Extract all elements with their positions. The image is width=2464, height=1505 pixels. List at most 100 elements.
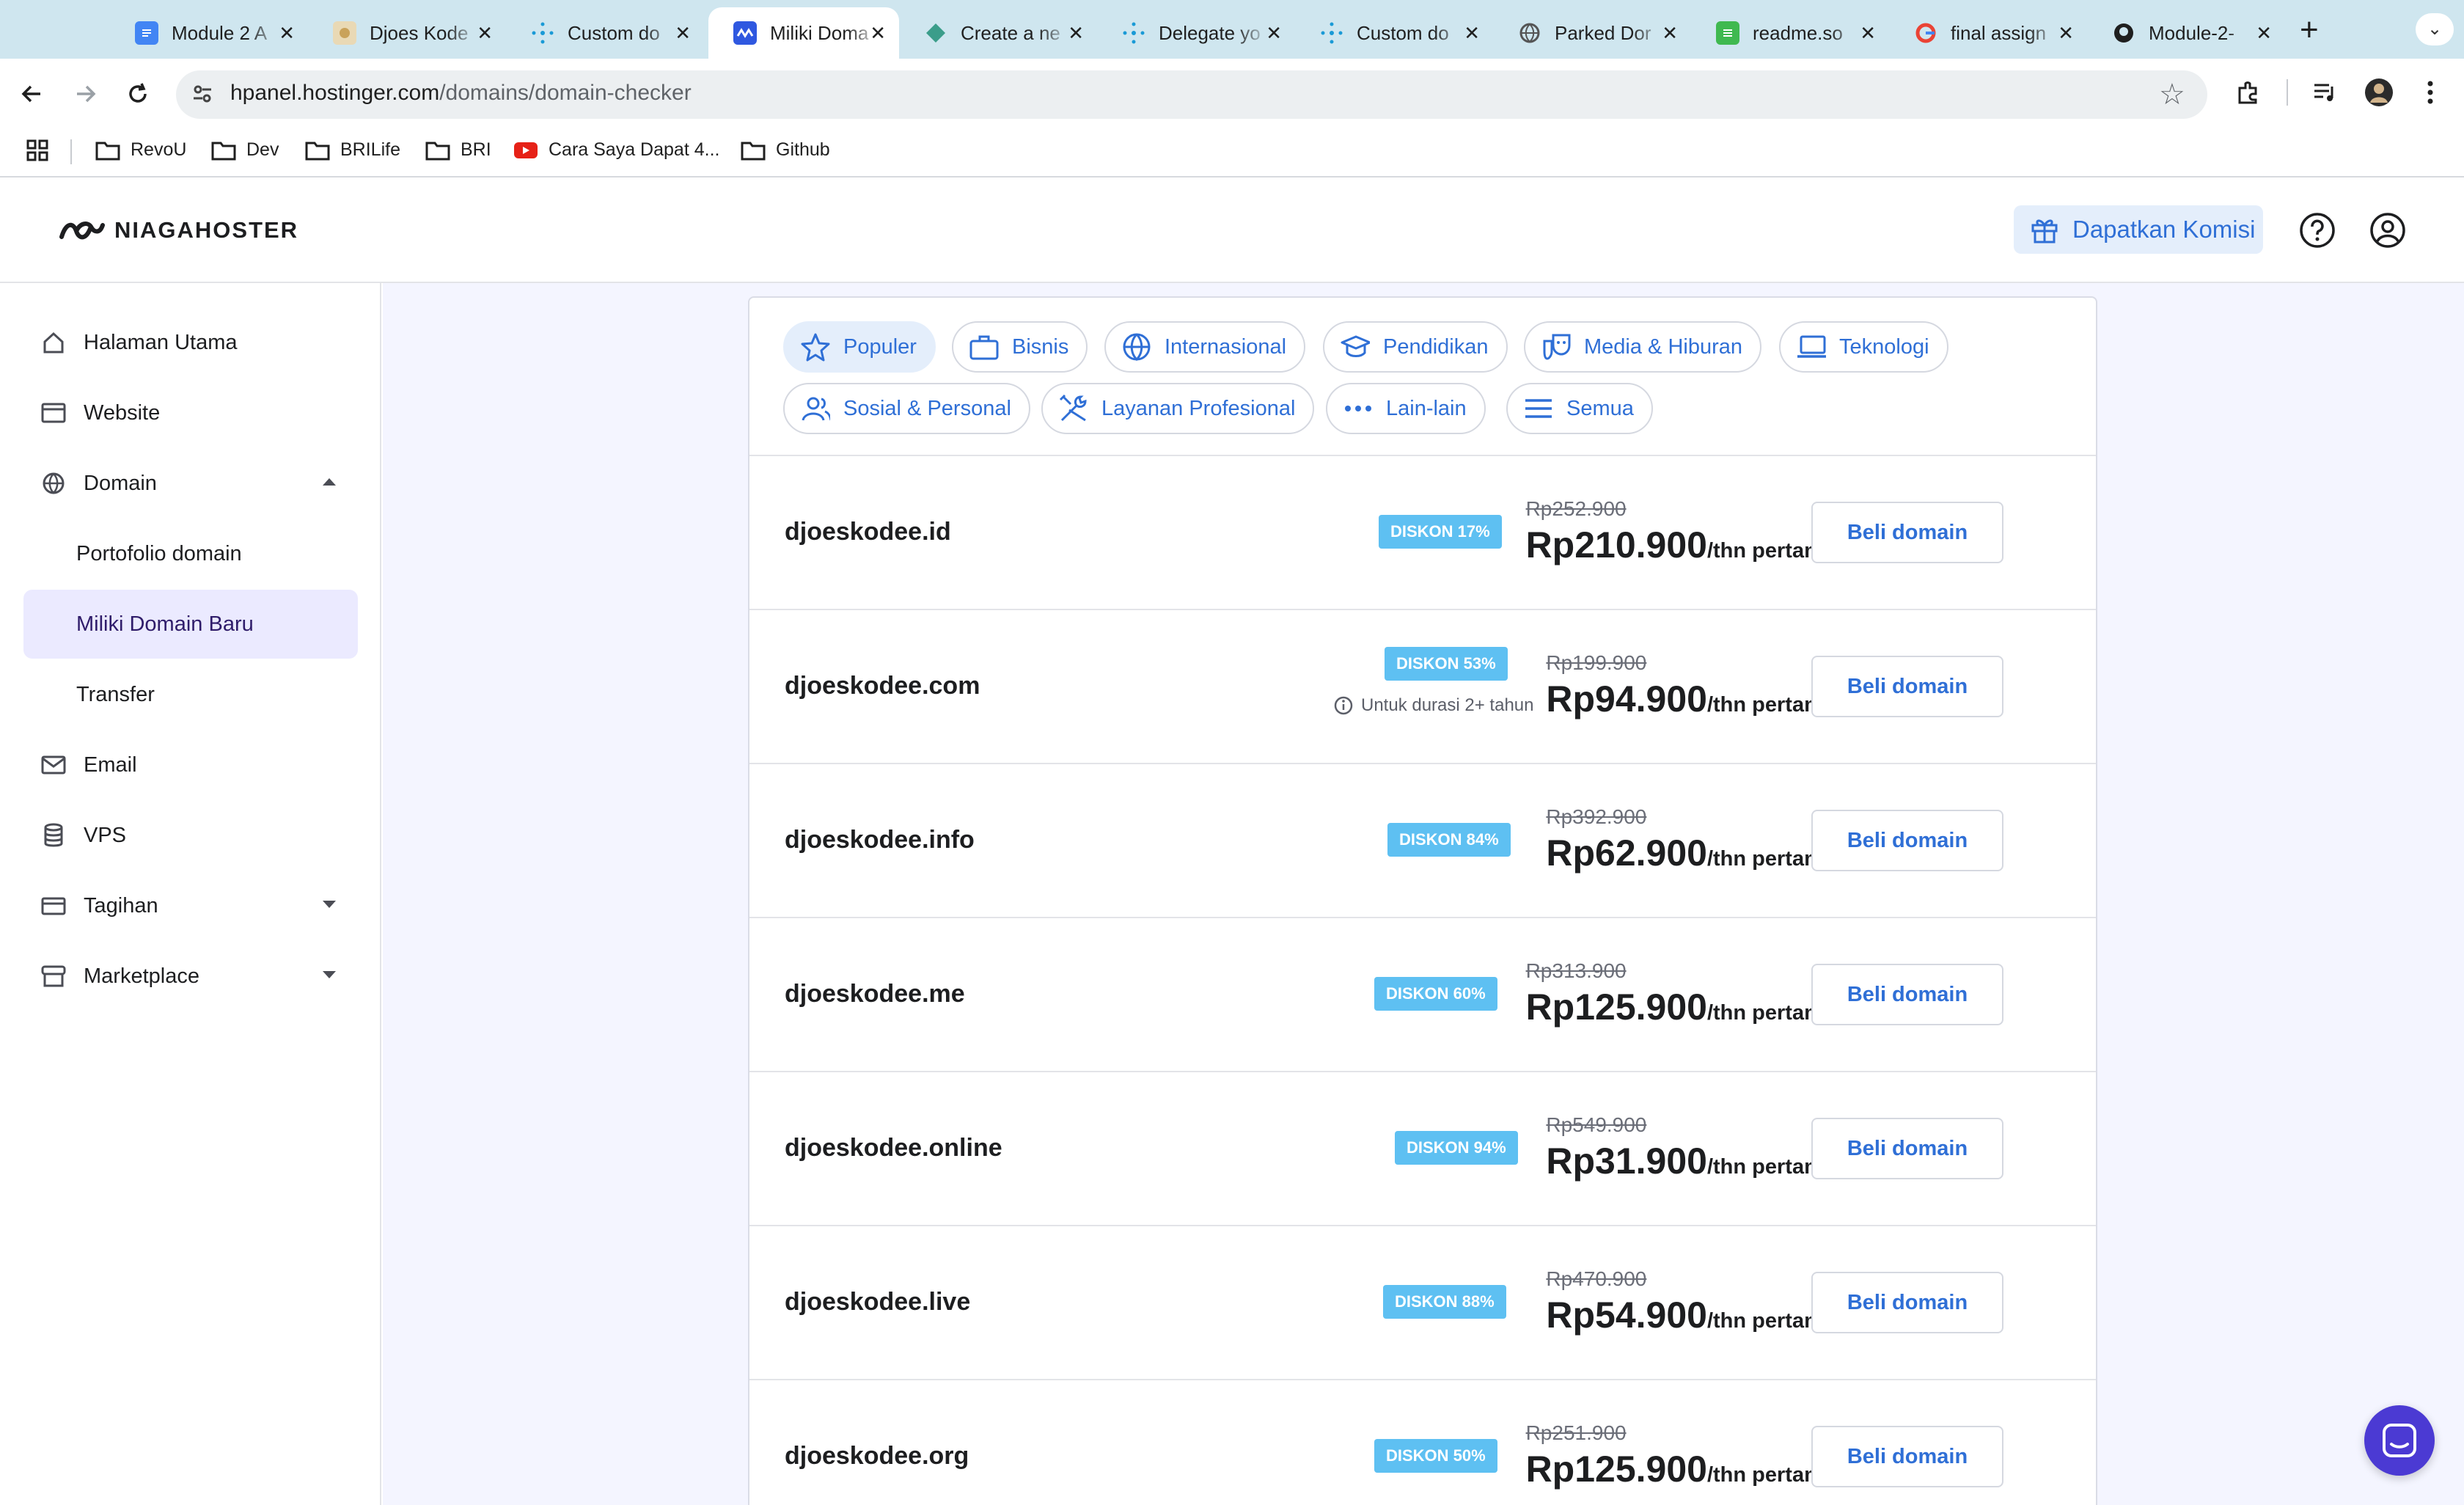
chat-icon xyxy=(2383,1424,2416,1457)
browser-tab[interactable]: Create a ne ✕ xyxy=(899,7,1097,59)
browser-tab[interactable]: Custom do ✕ xyxy=(506,7,704,59)
close-tab-icon[interactable]: ✕ xyxy=(1662,23,1678,43)
beli-domain-button[interactable]: Beli domain xyxy=(1811,810,2003,871)
category-chip-lain-lain[interactable]: Lain-lain xyxy=(1326,383,1486,434)
sidebar-item-transfer[interactable]: Transfer xyxy=(23,660,358,729)
google-docs-icon xyxy=(135,21,158,45)
bookmark-item[interactable]: BRI xyxy=(425,139,491,161)
niagahoster-logo[interactable]: NIAGAHOSTER xyxy=(59,217,298,243)
bookmark-star-icon[interactable]: ☆ xyxy=(2159,78,2185,111)
browser-tab[interactable]: Djoes Kode ✕ xyxy=(308,7,506,59)
reload-button[interactable] xyxy=(120,76,155,111)
sidebar-item-tagihan[interactable]: Tagihan xyxy=(23,871,358,940)
category-chip-pendidikan[interactable]: Pendidikan xyxy=(1323,321,1508,373)
sidebar-item-marketplace[interactable]: Marketplace xyxy=(23,942,358,1011)
forward-button[interactable] xyxy=(67,76,103,111)
browser-tab[interactable]: Parked Dor ✕ xyxy=(1493,7,1691,59)
close-tab-icon[interactable]: ✕ xyxy=(1464,23,1480,43)
menu-lines-icon xyxy=(1524,394,1553,423)
close-tab-icon[interactable]: ✕ xyxy=(1860,23,1876,43)
bookmark-item[interactable]: Cara Saya Dapat 4... xyxy=(513,139,719,161)
bookmark-item[interactable]: Github xyxy=(741,139,830,161)
site-settings-icon[interactable] xyxy=(191,82,214,106)
sidebar-item-vps[interactable]: VPS xyxy=(23,801,358,870)
chevron-down-icon xyxy=(323,901,336,908)
bookmark-item[interactable]: BRILife xyxy=(305,139,400,161)
beli-domain-button[interactable]: Beli domain xyxy=(1811,1272,2003,1333)
close-tab-icon[interactable]: ✕ xyxy=(279,23,295,43)
current-price: Rp125.900 xyxy=(1525,986,1707,1028)
beli-domain-button[interactable]: Beli domain xyxy=(1811,656,2003,717)
close-tab-icon[interactable]: ✕ xyxy=(1068,23,1084,43)
sidebar-item-website[interactable]: Website xyxy=(23,378,358,447)
sidebar-item-domain[interactable]: Domain xyxy=(23,449,358,518)
graduation-cap-icon xyxy=(1341,332,1370,362)
category-chip-semua[interactable]: Semua xyxy=(1506,383,1653,434)
bookmark-item[interactable]: Dev xyxy=(211,139,279,161)
category-chip-sosial-personal[interactable]: Sosial & Personal xyxy=(783,383,1030,434)
browser-tab[interactable]: readme.so ✕ xyxy=(1691,7,1889,59)
store-icon xyxy=(40,962,67,990)
url-text[interactable]: hpanel.hostinger.com/domains/domain-chec… xyxy=(230,81,692,106)
close-tab-icon[interactable]: ✕ xyxy=(1266,23,1282,43)
category-chip-media-hiburan[interactable]: Media & Hiburan xyxy=(1524,321,1761,373)
back-button[interactable] xyxy=(15,76,50,111)
sidebar-item-miliki-domain-baru[interactable]: Miliki Domain Baru xyxy=(23,590,358,659)
sidebar-item-halaman-utama[interactable]: Halaman Utama xyxy=(23,308,358,377)
chat-support-button[interactable] xyxy=(2364,1405,2435,1476)
folder-icon xyxy=(305,142,330,160)
users-icon xyxy=(801,394,830,423)
media-control-icon[interactable] xyxy=(2309,76,2341,109)
category-chip-bisnis[interactable]: Bisnis xyxy=(952,321,1088,373)
browser-tab[interactable]: Delegate yo ✕ xyxy=(1097,7,1295,59)
category-chip-teknologi[interactable]: Teknologi xyxy=(1779,321,1948,373)
apps-grid-icon[interactable] xyxy=(26,139,48,161)
domain-row: djoeskodee.info DISKON 84% Rp392.900 Rp6… xyxy=(749,764,2096,918)
beli-domain-button[interactable]: Beli domain xyxy=(1811,964,2003,1025)
domain-name: djoeskodee.info xyxy=(785,826,975,854)
browser-tab[interactable]: final assign ✕ xyxy=(1889,7,2087,59)
close-tab-icon[interactable]: ✕ xyxy=(2256,23,2272,43)
browser-tab-strip: Module 2 A ✕ Djoes Kode ✕ Custom do ✕ Mi… xyxy=(0,0,2464,59)
original-price: Rp313.900 xyxy=(1525,959,1627,982)
new-tab-button[interactable]: + xyxy=(2300,12,2319,48)
sidebar-item-portofolio-domain[interactable]: Portofolio domain xyxy=(23,519,358,588)
dots-icon xyxy=(1343,394,1373,423)
folder-icon xyxy=(741,142,766,160)
beli-domain-button[interactable]: Beli domain xyxy=(1811,1118,2003,1179)
help-icon[interactable] xyxy=(2298,211,2336,249)
readme-icon xyxy=(1716,21,1739,45)
extensions-icon[interactable] xyxy=(2232,76,2265,109)
bookmark-item[interactable]: RevoU xyxy=(95,139,186,161)
dapatkan-komisi-button[interactable]: Dapatkan Komisi xyxy=(2014,205,2263,254)
price-block: Rp549.900 Rp31.900/thn pertama xyxy=(1546,1113,1835,1182)
sidebar-item-email[interactable]: Email xyxy=(23,730,358,799)
close-tab-icon[interactable]: ✕ xyxy=(2058,23,2074,43)
close-tab-icon[interactable]: ✕ xyxy=(477,23,493,43)
category-chip-populer[interactable]: Populer xyxy=(783,321,936,373)
folder-icon xyxy=(95,142,120,160)
browser-tab[interactable]: Module 2 A ✕ xyxy=(110,7,308,59)
category-chip-layanan-profesional[interactable]: Layanan Profesional xyxy=(1041,383,1315,434)
close-tab-icon[interactable]: ✕ xyxy=(675,23,691,43)
niagahoster-logo-icon xyxy=(59,221,105,240)
discount-badge: DISKON 17% xyxy=(1379,515,1502,549)
category-chip-internasional[interactable]: Internasional xyxy=(1104,321,1306,373)
price-block: Rp392.900 Rp62.900/thn pertama xyxy=(1546,805,1835,874)
profile-avatar[interactable] xyxy=(2363,76,2395,109)
close-tab-icon[interactable]: ✕ xyxy=(870,23,886,43)
beli-domain-button[interactable]: Beli domain xyxy=(1811,1426,2003,1487)
globe-icon xyxy=(40,469,67,497)
account-icon[interactable] xyxy=(2369,211,2407,249)
discount-badge: DISKON 60% xyxy=(1374,977,1497,1011)
current-price: Rp54.900 xyxy=(1546,1295,1707,1336)
browser-tab-active[interactable]: Miliki Doma ✕ xyxy=(708,7,899,59)
browser-tab[interactable]: Custom do ✕ xyxy=(1295,7,1493,59)
price-block: Rp313.900 Rp125.900/thn pertama xyxy=(1526,959,1835,1028)
browser-menu-icon[interactable] xyxy=(2414,76,2446,109)
browser-tab[interactable]: Module-2- ✕ xyxy=(2087,7,2285,59)
beli-domain-button[interactable]: Beli domain xyxy=(1811,502,2003,563)
home-icon xyxy=(40,329,67,356)
tab-search-button[interactable]: ⌄ xyxy=(2416,13,2454,45)
briefcase-icon xyxy=(969,332,999,362)
